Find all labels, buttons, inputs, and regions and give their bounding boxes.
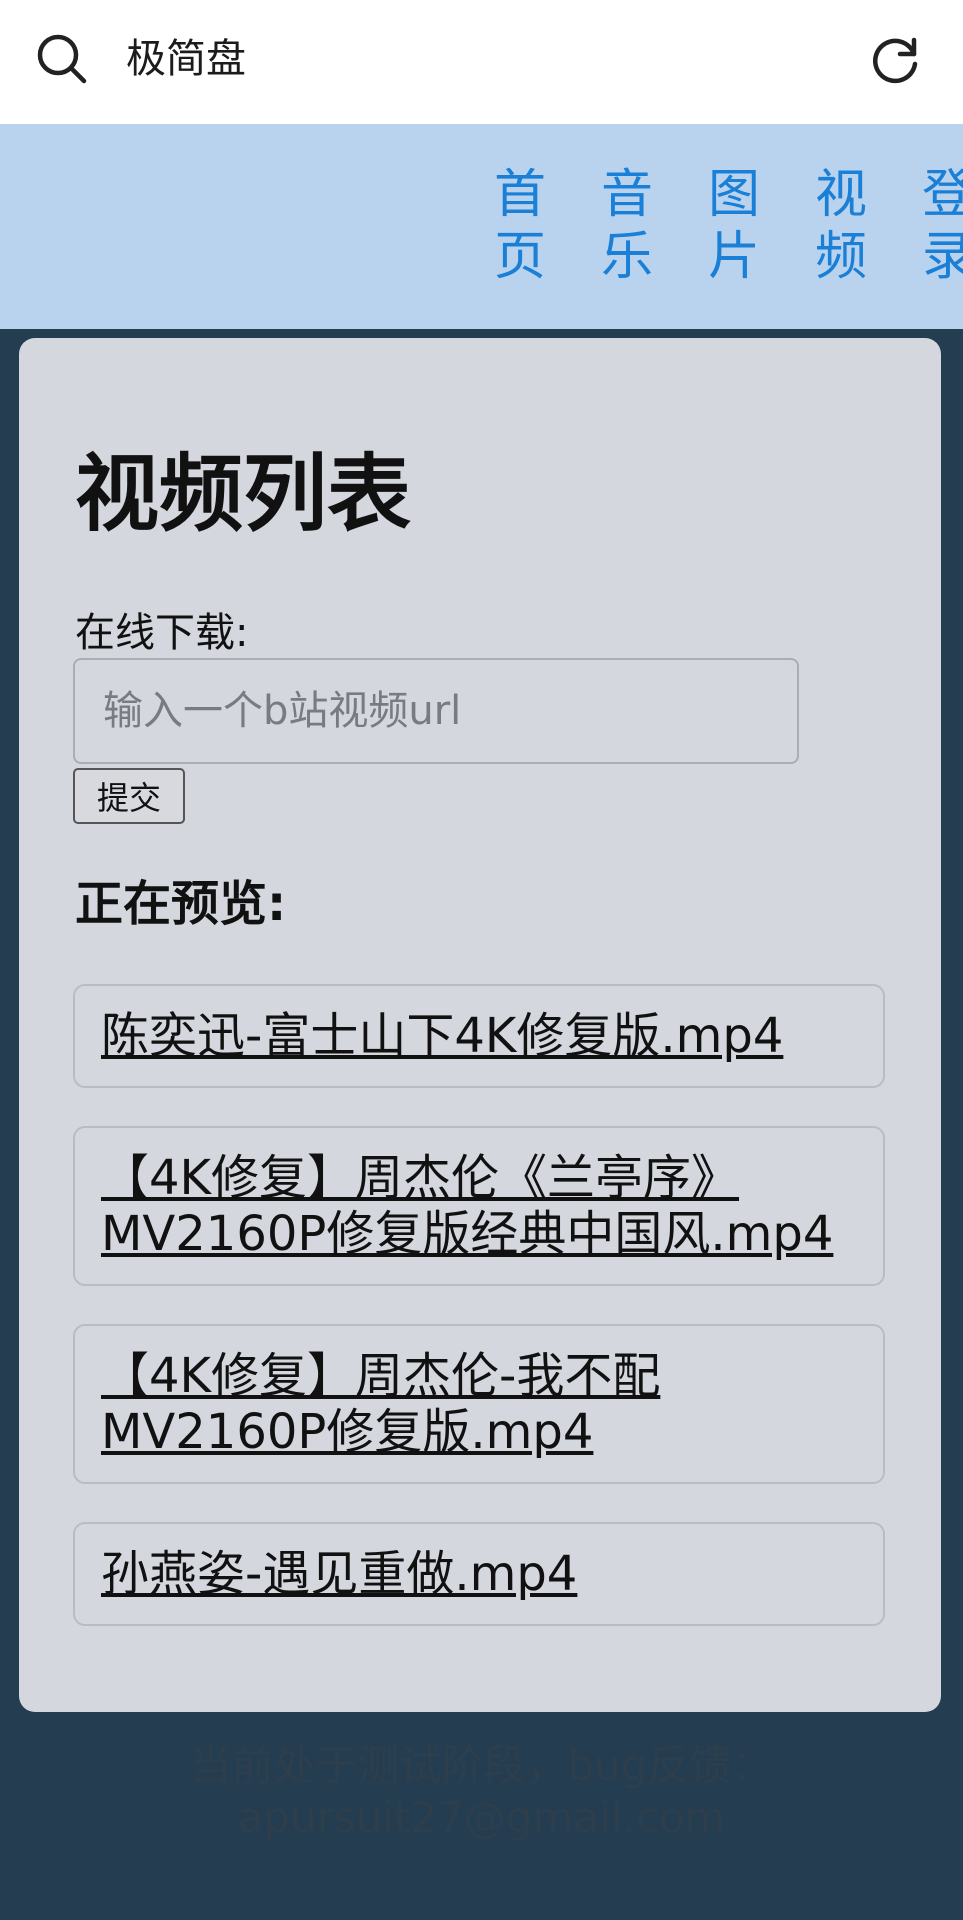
nav-item-music[interactable]: 音乐	[599, 164, 655, 288]
preview-label: 正在预览:	[75, 876, 287, 932]
top-bar: 极简盘	[0, 0, 963, 124]
footer-email: apursuit27@gmail.com	[237, 1793, 726, 1842]
video-list-item: 【4K修复】周杰伦《兰亭序》MV2160P修复版经典中国风.mp4	[73, 1126, 885, 1286]
video-link[interactable]: 【4K修复】周杰伦《兰亭序》MV2160P修复版经典中国风.mp4	[101, 1150, 857, 1262]
nav-bar: 首页 音乐 图片 视频 登录	[0, 124, 963, 329]
footer-line-1: 当前处于测试阶段，bug反馈：	[189, 1741, 774, 1790]
nav-item-images[interactable]: 图片	[706, 164, 762, 288]
video-list-item: 【4K修复】周杰伦-我不配MV2160P修复版.mp4	[73, 1324, 885, 1484]
submit-button[interactable]: 提交	[73, 768, 185, 824]
refresh-icon[interactable]	[870, 34, 922, 86]
video-link[interactable]: 【4K修复】周杰伦-我不配MV2160P修复版.mp4	[101, 1348, 857, 1460]
download-label: 在线下载:	[75, 610, 249, 656]
url-input[interactable]	[73, 658, 799, 764]
footer-note: 当前处于测试阶段，bug反馈： apursuit27@gmail.com	[0, 1740, 963, 1844]
page-title: 视频列表	[75, 445, 412, 543]
nav-item-home[interactable]: 首页	[492, 164, 548, 288]
nav-item-videos[interactable]: 视频	[813, 164, 869, 288]
video-list-card: 视频列表 在线下载: 提交 正在预览: 陈奕迅-富士山下4K修复版.mp4 【4…	[19, 338, 941, 1712]
search-icon[interactable]	[36, 33, 88, 85]
app-title: 极简盘	[126, 36, 246, 82]
video-link[interactable]: 孙燕姿-遇见重做.mp4	[101, 1546, 857, 1602]
nav-item-login[interactable]: 登录	[920, 164, 963, 288]
video-list-item: 陈奕迅-富士山下4K修复版.mp4	[73, 984, 885, 1088]
video-list-item: 孙燕姿-遇见重做.mp4	[73, 1522, 885, 1626]
video-link[interactable]: 陈奕迅-富士山下4K修复版.mp4	[101, 1008, 857, 1064]
